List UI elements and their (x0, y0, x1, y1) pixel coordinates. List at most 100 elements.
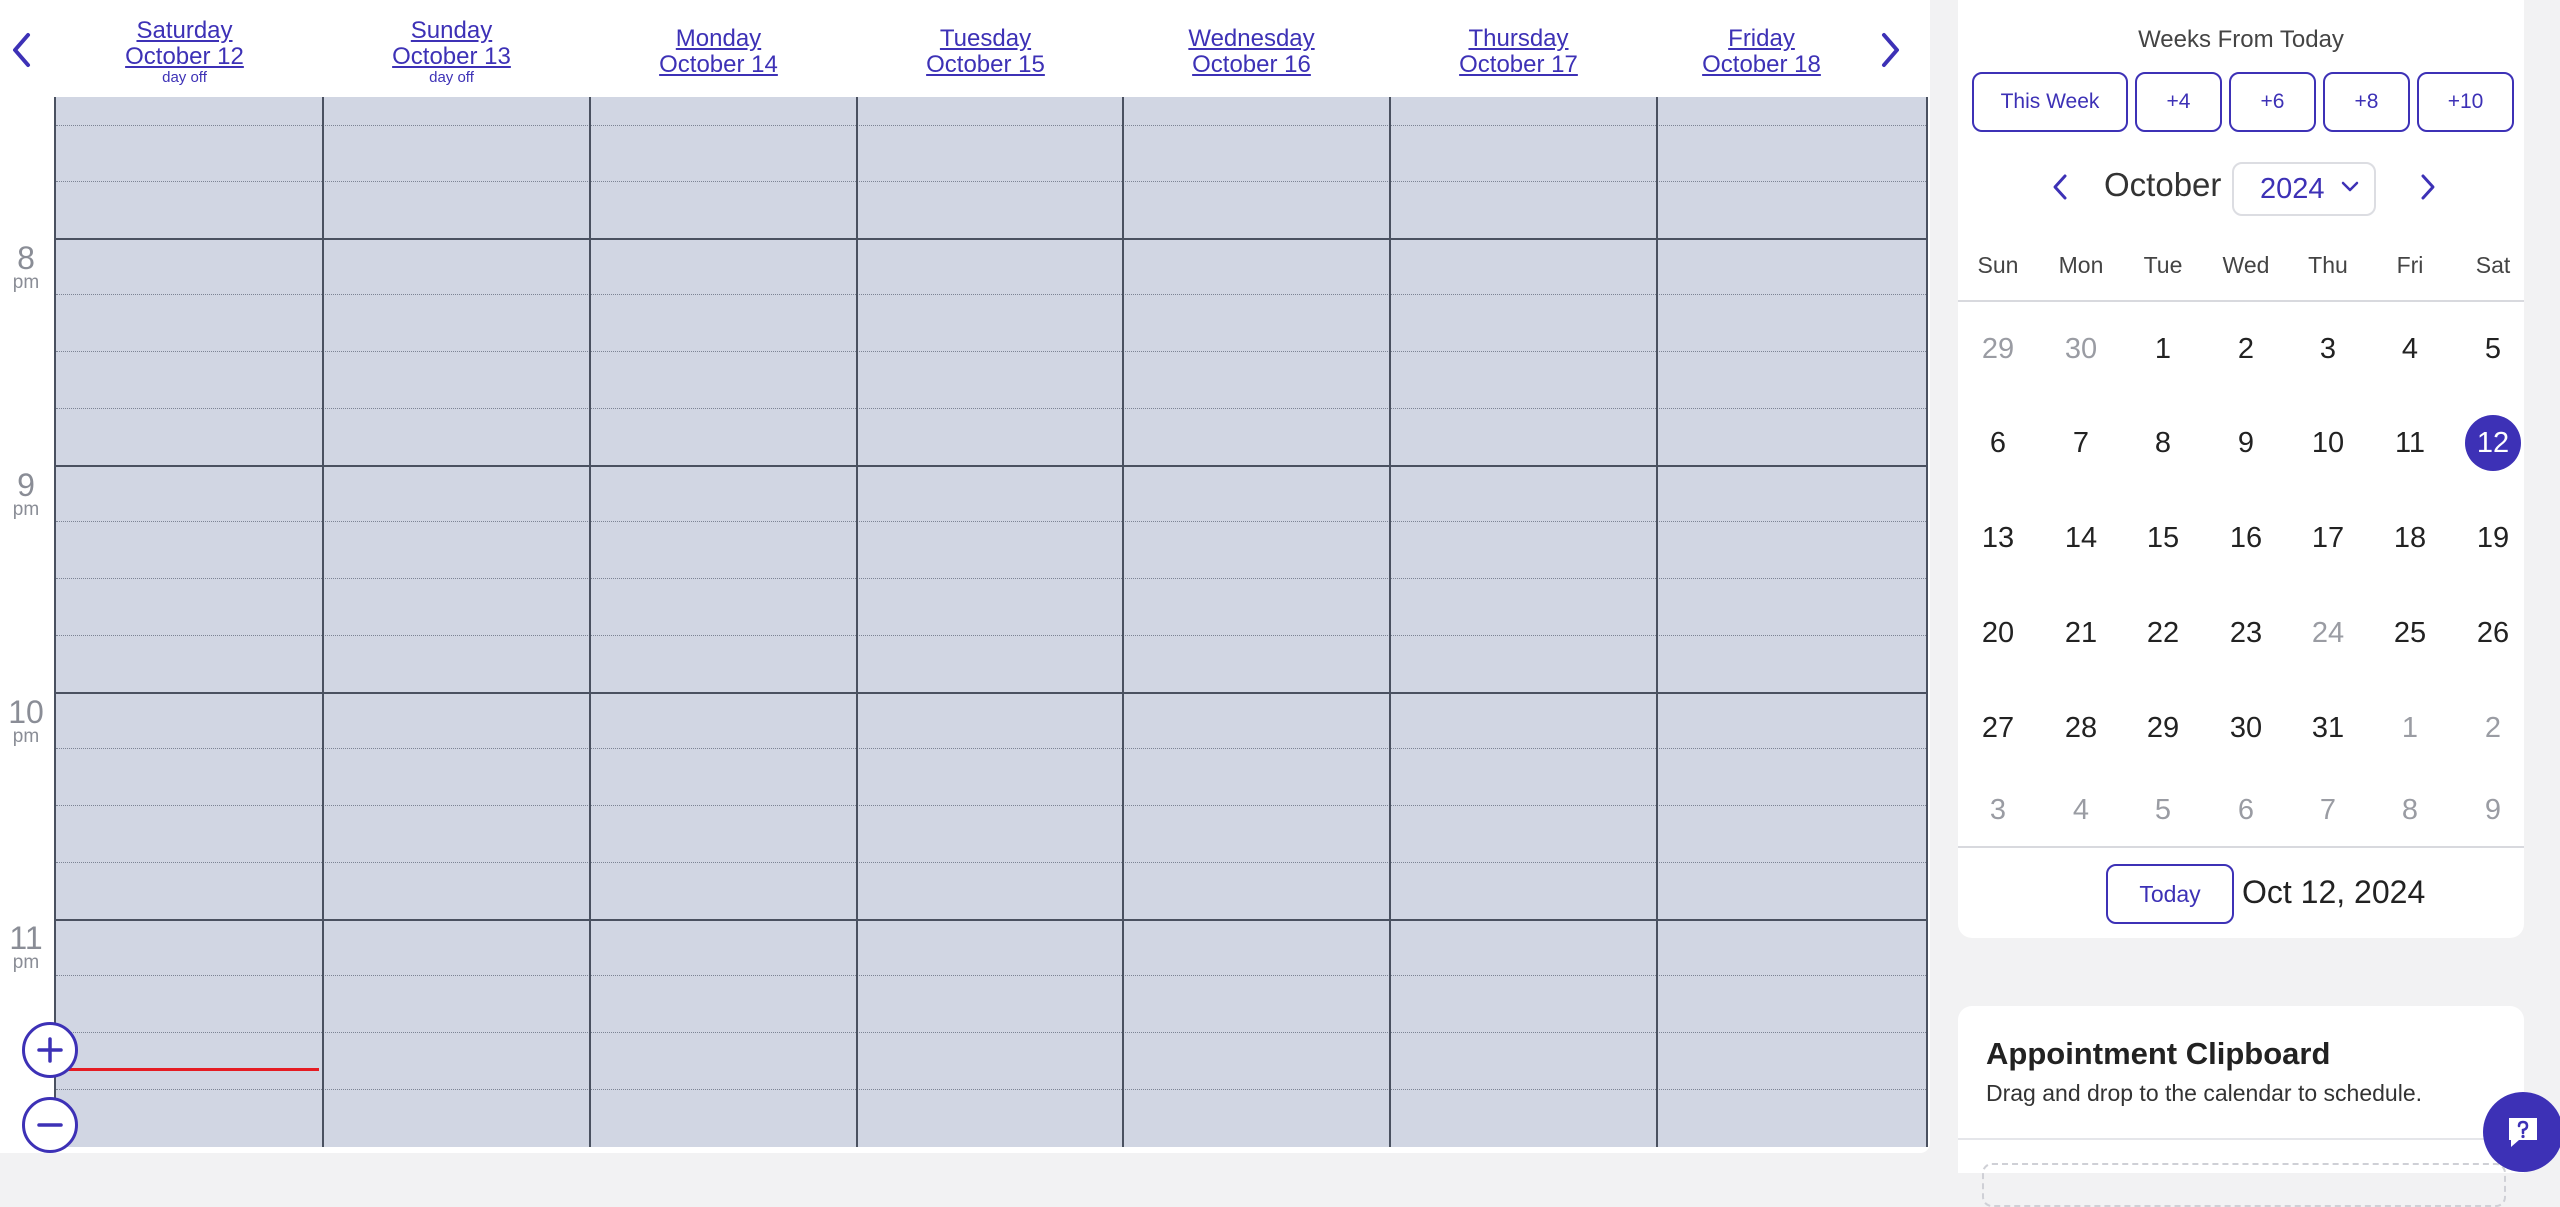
grid-slot-line (56, 521, 1926, 522)
calendar-day[interactable]: 7 (2053, 415, 2109, 471)
calendar-day[interactable]: 3 (1970, 782, 2026, 838)
calendar-day[interactable]: 16 (2218, 510, 2274, 566)
calendar-day[interactable]: 5 (2135, 782, 2191, 838)
today-button[interactable]: Today (2106, 864, 2234, 924)
calendar-day[interactable]: 20 (1970, 605, 2026, 661)
calendar-day[interactable]: 17 (2300, 510, 2356, 566)
day-weekday[interactable]: Wednesday (1118, 26, 1385, 52)
calendar-day[interactable]: 30 (2218, 700, 2274, 756)
appointment-clipboard: Appointment Clipboard Drag and drop to t… (1958, 1006, 2524, 1207)
day-date[interactable]: October 14 (585, 52, 852, 78)
plus-icon (37, 1037, 63, 1063)
calendar-day[interactable]: 9 (2218, 415, 2274, 471)
day-header-wednesday[interactable]: Wednesday October 16 (1118, 26, 1385, 78)
calendar-day[interactable]: 30 (2053, 321, 2109, 377)
calendar-day[interactable]: 21 (2053, 605, 2109, 661)
calendar-day[interactable]: 1 (2382, 700, 2438, 756)
weekday-label: Sat (2475, 252, 2511, 278)
divider (1958, 1138, 2524, 1140)
grid-hour-line (56, 465, 1926, 467)
zoom-out-button[interactable] (22, 1097, 78, 1153)
day-header-thursday[interactable]: Thursday October 17 (1385, 26, 1652, 78)
year-value: 2024 (2260, 172, 2325, 205)
calendar-day[interactable]: 27 (1970, 700, 2026, 756)
day-weekday[interactable]: Saturday (51, 18, 318, 44)
day-date[interactable]: October 15 (852, 52, 1119, 78)
calendar-day[interactable]: 7 (2300, 782, 2356, 838)
calendar-day[interactable]: 11 (2382, 415, 2438, 471)
weekday-label: Thu (2308, 252, 2348, 278)
day-date[interactable]: October 13 (318, 44, 585, 70)
calendar-day[interactable]: 25 (2382, 605, 2438, 661)
calendar-day[interactable]: 9 (2465, 782, 2521, 838)
chevron-right-icon[interactable] (2413, 167, 2443, 207)
calendar-day[interactable]: 14 (2053, 510, 2109, 566)
calendar-day[interactable]: 6 (2218, 782, 2274, 838)
calendar-day[interactable]: 1 (2135, 321, 2191, 377)
clipboard-drop-zone[interactable] (1982, 1163, 2506, 1207)
clipboard-title: Appointment Clipboard (1986, 1036, 2331, 1071)
day-weekday[interactable]: Tuesday (852, 26, 1119, 52)
day-weekday[interactable]: Sunday (318, 18, 585, 44)
calendar-day[interactable]: 6 (1970, 415, 2026, 471)
calendar-day[interactable]: 3 (2300, 321, 2356, 377)
grid-hour-line (56, 919, 1926, 921)
chat-help-button[interactable] (2483, 1092, 2560, 1172)
this-week-button[interactable]: This Week (1972, 72, 2128, 132)
day-date[interactable]: October 17 (1385, 52, 1652, 78)
calendar-day[interactable]: 22 (2135, 605, 2191, 661)
day-date[interactable]: October 16 (1118, 52, 1385, 78)
day-date[interactable]: October 18 (1628, 52, 1895, 78)
chat-help-icon (2509, 1118, 2537, 1147)
day-header-sunday[interactable]: Sunday October 13 day off (318, 18, 585, 86)
day-header-saturday[interactable]: Saturday October 12 day off (51, 18, 318, 86)
plus-10-weeks-button[interactable]: +10 (2417, 72, 2514, 132)
grid-slot-line (56, 635, 1926, 636)
plus-8-weeks-button[interactable]: +8 (2323, 72, 2410, 132)
plus-4-weeks-button[interactable]: +4 (2135, 72, 2222, 132)
calendar-day[interactable]: 15 (2135, 510, 2191, 566)
calendar-day[interactable]: 4 (2382, 321, 2438, 377)
grid-slot-line (56, 975, 1926, 976)
day-weekday[interactable]: Monday (585, 26, 852, 52)
grid-slot-line (56, 294, 1926, 295)
calendar-day[interactable]: 28 (2053, 700, 2109, 756)
time-grid[interactable] (54, 97, 1928, 1147)
calendar-day[interactable]: 18 (2382, 510, 2438, 566)
calendar-day[interactable]: 2 (2465, 700, 2521, 756)
calendar-day[interactable]: 29 (2135, 700, 2191, 756)
zoom-in-button[interactable] (22, 1022, 78, 1078)
day-weekday[interactable]: Thursday (1385, 26, 1652, 52)
plus-6-weeks-button[interactable]: +6 (2229, 72, 2316, 132)
calendar-day[interactable]: 4 (2053, 782, 2109, 838)
hour: 11 (9, 920, 43, 956)
calendar-day[interactable]: 26 (2465, 605, 2521, 661)
calendar-day[interactable]: 24 (2300, 605, 2356, 661)
grid-slot-line (56, 408, 1926, 409)
calendar-day[interactable]: 10 (2300, 415, 2356, 471)
date-picker-card: Weeks From Today This Week +4 +6 +8 +10 … (1958, 0, 2524, 938)
calendar-day[interactable]: 8 (2135, 415, 2191, 471)
day-header-tuesday[interactable]: Tuesday October 15 (852, 26, 1119, 78)
day-date[interactable]: October 12 (51, 44, 318, 70)
grid-day-divider (1122, 97, 1124, 1147)
year-select[interactable]: 2024 (2232, 162, 2376, 216)
calendar-day[interactable]: 2 (2218, 321, 2274, 377)
calendar-day-selected[interactable]: 12 (2465, 415, 2521, 471)
calendar-day[interactable]: 29 (1970, 321, 2026, 377)
ampm: pm (12, 499, 40, 520)
calendar-day[interactable]: 8 (2382, 782, 2438, 838)
chevron-left-icon[interactable] (6, 30, 36, 70)
day-header-monday[interactable]: Monday October 14 (585, 26, 852, 78)
calendar-day[interactable]: 19 (2465, 510, 2521, 566)
calendar-day[interactable]: 13 (1970, 510, 2026, 566)
chevron-left-icon[interactable] (2045, 167, 2075, 207)
grid-day-divider (589, 97, 591, 1147)
day-weekday[interactable]: Friday (1628, 26, 1895, 52)
grid-slot-line (56, 125, 1926, 126)
chevron-down-icon (2341, 181, 2359, 192)
calendar-day[interactable]: 31 (2300, 700, 2356, 756)
calendar-day[interactable]: 23 (2218, 605, 2274, 661)
calendar-day[interactable]: 5 (2465, 321, 2521, 377)
day-header-friday[interactable]: Friday October 18 (1628, 26, 1895, 78)
